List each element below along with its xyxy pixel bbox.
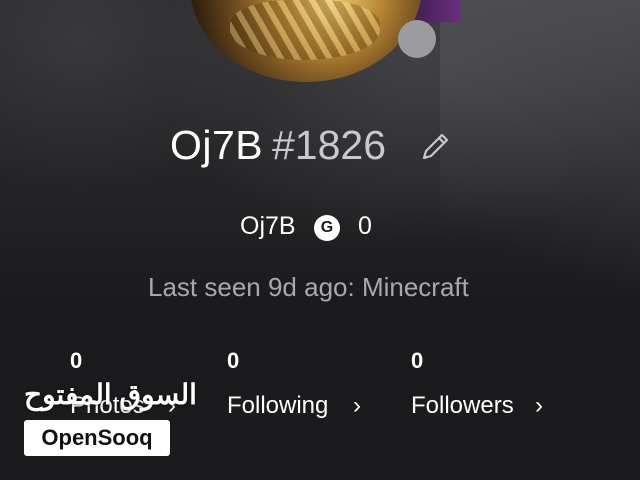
- gamertag-suffix: #1826: [272, 122, 387, 168]
- watermark-logo: OpenSooq: [24, 420, 170, 456]
- chevron-right-icon: ›: [353, 392, 361, 419]
- gamerscore-value: 0: [358, 212, 372, 240]
- stat-count: 0: [227, 348, 240, 373]
- stat-count: 0: [411, 348, 424, 373]
- gamertag-header: Oj7B #1826: [0, 122, 640, 172]
- watermark-arabic: السوق المفتوح: [24, 379, 197, 410]
- presence-status-icon: [398, 20, 436, 58]
- chevron-right-icon: ›: [535, 392, 543, 419]
- gamerscore-icon: G: [314, 215, 340, 241]
- stat-label: Followers: [411, 392, 514, 419]
- last-seen-text: Last seen 9d ago: Minecraft: [148, 272, 469, 302]
- pencil-icon[interactable]: [418, 128, 454, 164]
- real-name: Oj7B: [240, 212, 296, 240]
- gamertag-name: Oj7B: [170, 122, 264, 168]
- stat-count: 0: [70, 348, 83, 373]
- stat-label: Following: [227, 392, 329, 419]
